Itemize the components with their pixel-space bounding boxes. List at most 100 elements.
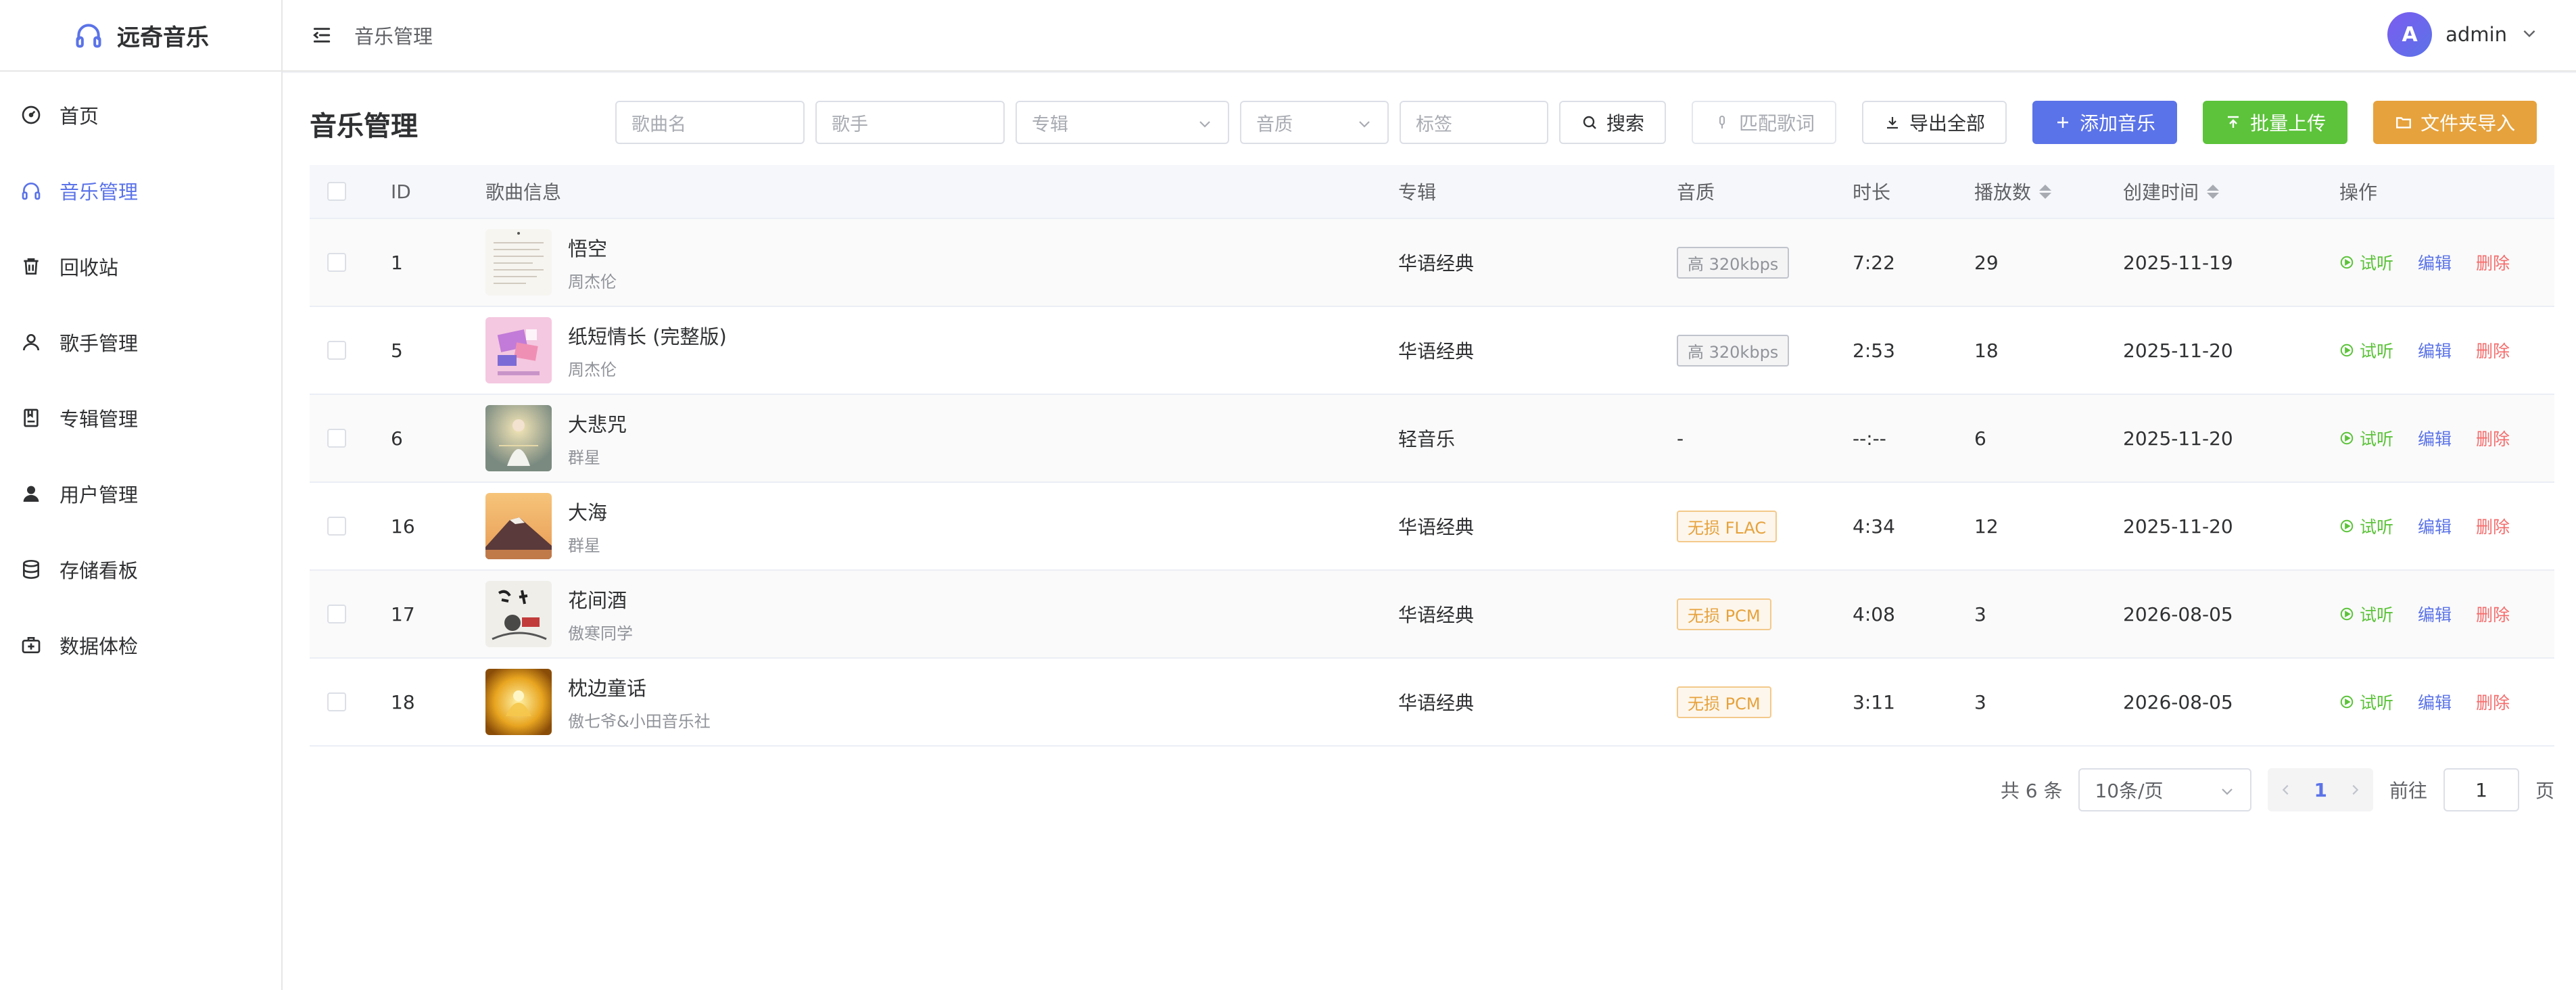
- sidebar-item-recycle[interactable]: 回收站: [0, 229, 281, 304]
- goto-page-input[interactable]: 1: [2443, 768, 2519, 811]
- song-artist: 周杰伦: [568, 360, 617, 379]
- row-plays: 29: [1974, 251, 1999, 274]
- song-name-input[interactable]: 歌曲名: [615, 101, 805, 144]
- chevron-down-icon: [1359, 121, 1370, 128]
- listen-button[interactable]: 试听: [2339, 426, 2393, 450]
- row-id: 17: [391, 603, 415, 626]
- avatar[interactable]: A: [2387, 12, 2433, 57]
- row-plays: 18: [1974, 339, 1999, 362]
- user-outline-icon: [19, 330, 43, 354]
- sidebar-item-health[interactable]: 数据体检: [0, 607, 281, 683]
- quality-badge: -: [1677, 427, 1684, 450]
- sidebar-item-storage[interactable]: 存储看板: [0, 532, 281, 607]
- sidebar-item-albums[interactable]: 专辑管理: [0, 380, 281, 456]
- col-plays[interactable]: 播放数: [1974, 165, 2052, 218]
- album-cover-image: [485, 229, 552, 296]
- artist-input[interactable]: 歌手: [815, 101, 1005, 144]
- album-select[interactable]: 专辑: [1016, 101, 1229, 144]
- dashboard-icon: [19, 103, 43, 127]
- row-checkbox[interactable]: [327, 517, 346, 536]
- row-checkbox[interactable]: [327, 253, 346, 272]
- col-created[interactable]: 创建时间: [2123, 165, 2220, 218]
- page-size-select[interactable]: 10条/页: [2078, 768, 2252, 811]
- sidebar-item-label: 回收站: [59, 256, 119, 279]
- row-checkbox[interactable]: [327, 692, 346, 711]
- edit-button[interactable]: 编辑: [2418, 514, 2452, 538]
- listen-button[interactable]: 试听: [2339, 514, 2393, 538]
- page-size-value: 10条/页: [2095, 780, 2164, 802]
- edit-button[interactable]: 编辑: [2418, 338, 2452, 362]
- tag-placeholder: 标签: [1416, 114, 1452, 135]
- next-page-icon[interactable]: [2346, 781, 2364, 799]
- batch-upload-label: 批量上传: [2250, 112, 2327, 135]
- row-quality: -: [1677, 395, 1684, 481]
- download-icon: [1884, 114, 1901, 131]
- main-content: 音乐管理 歌曲名 歌手 专辑 音质 标签 搜索 匹配歌词 导出全部 添加音乐 批…: [283, 73, 2576, 990]
- sidebar-item-artists[interactable]: 歌手管理: [0, 304, 281, 380]
- select-all-checkbox[interactable]: [327, 182, 346, 201]
- table-body: 1 悟空 周杰伦 华语经典高 320kbps 7:22 29 2025-11-19 试听 编辑删…: [310, 219, 2554, 747]
- match-lyrics-button[interactable]: 匹配歌词: [1692, 101, 1837, 144]
- page-number-current[interactable]: 1: [2314, 779, 2327, 801]
- delete-button[interactable]: 删除: [2476, 250, 2510, 275]
- database-icon: [19, 557, 43, 582]
- edit-button[interactable]: 编辑: [2418, 426, 2452, 450]
- table-row: 17 花间酒 傲寒同学 华语经典 无损 PCM 4:08 3 2026-08-05 试听 编辑 删除: [310, 571, 2554, 659]
- tag-input[interactable]: 标签: [1400, 101, 1548, 144]
- edit-button[interactable]: 编辑: [2418, 690, 2452, 714]
- delete-button[interactable]: 删除: [2476, 602, 2510, 626]
- row-checkbox[interactable]: [327, 429, 346, 448]
- edit-button[interactable]: 编辑: [2418, 602, 2452, 626]
- row-checkbox[interactable]: [327, 341, 346, 360]
- song-info: 枕边童话 傲七爷&小田音乐社: [485, 659, 711, 745]
- sort-icon[interactable]: [2207, 184, 2220, 199]
- row-plays: 12: [1974, 515, 1999, 538]
- export-all-button[interactable]: 导出全部: [1862, 101, 2007, 144]
- row-album: 华语经典: [1398, 340, 1475, 362]
- chevron-down-icon[interactable]: [2521, 24, 2538, 45]
- delete-button[interactable]: 删除: [2476, 338, 2510, 362]
- quality-badge: 高 320kbps: [1677, 334, 1790, 367]
- delete-button[interactable]: 删除: [2476, 690, 2510, 714]
- search-button-label: 搜索: [1606, 112, 1645, 135]
- song-info: 纸短情长 (完整版) 周杰伦: [485, 307, 727, 394]
- upload-icon: [2224, 114, 2242, 131]
- username[interactable]: admin: [2446, 23, 2507, 46]
- listen-label: 试听: [2360, 693, 2394, 713]
- edit-button[interactable]: 编辑: [2418, 250, 2452, 275]
- listen-button[interactable]: 试听: [2339, 602, 2393, 626]
- table-row: 16 大海 群星 华语经典 无损 FLAC 4:34 12 2025-11-20 试听 编辑 删除: [310, 483, 2554, 571]
- row-quality: 高 320kbps: [1677, 307, 1790, 394]
- sidebar-item-users[interactable]: 用户管理: [0, 456, 281, 532]
- row-created: 2026-08-05: [2123, 690, 2233, 713]
- quality-select[interactable]: 音质: [1240, 101, 1389, 144]
- sidebar-item-music[interactable]: 音乐管理: [0, 153, 281, 229]
- delete-button[interactable]: 删除: [2476, 514, 2510, 538]
- row-checkbox[interactable]: [327, 605, 346, 623]
- row-created: 2025-11-19: [2123, 251, 2233, 274]
- batch-upload-button[interactable]: 批量上传: [2203, 101, 2348, 144]
- sort-icon[interactable]: [2039, 184, 2052, 199]
- add-music-button[interactable]: 添加音乐: [2032, 101, 2178, 144]
- play-circle-icon: [2340, 695, 2354, 709]
- breadcrumb[interactable]: 音乐管理: [354, 21, 433, 49]
- sidebar-item-label: 歌手管理: [59, 332, 139, 355]
- table-row: 1 悟空 周杰伦 华语经典 高 320kbps 7:22 29 2025-11-19 试听 编辑删…: [310, 219, 2554, 307]
- delete-button[interactable]: 删除: [2476, 426, 2510, 450]
- prev-page-icon[interactable]: [2277, 781, 2295, 799]
- row-id: 16: [391, 515, 415, 538]
- folder-import-button[interactable]: 文件夹导入: [2373, 101, 2537, 144]
- listen-button[interactable]: 试听: [2339, 690, 2393, 714]
- listen-label: 试听: [2360, 254, 2394, 273]
- search-icon: [1581, 114, 1598, 131]
- listen-button[interactable]: 试听: [2339, 338, 2393, 362]
- sidebar-item-home[interactable]: 首页: [0, 77, 281, 153]
- row-select-cell: [327, 483, 346, 569]
- table-row: 18 枕边童话 傲七爷&小田音乐社 华语经典 无损 PCM 3:11 3 2026-08-05…: [310, 659, 2554, 747]
- listen-button[interactable]: 试听: [2339, 250, 2393, 275]
- search-button[interactable]: 搜索: [1559, 101, 1667, 144]
- app-logo[interactable]: 远奇音乐: [0, 0, 281, 72]
- collapse-menu-icon[interactable]: [310, 23, 334, 47]
- page-suffix: 页: [2535, 780, 2554, 802]
- user-menu[interactable]: A admin: [2387, 12, 2538, 57]
